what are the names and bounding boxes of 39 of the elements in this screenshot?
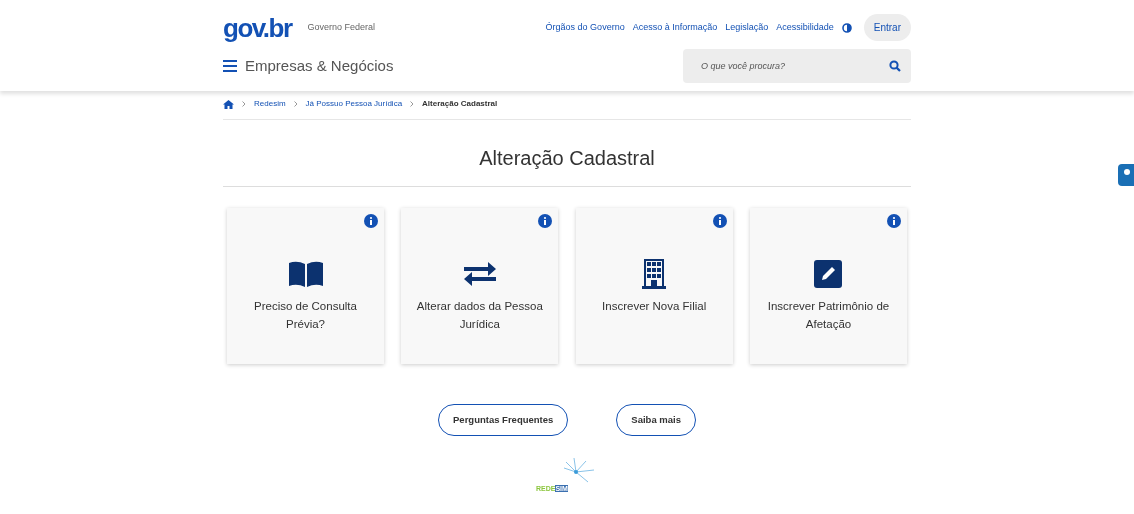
info-icon[interactable] [538, 214, 553, 228]
outline-button[interactable]: Saiba mais [616, 404, 696, 437]
organization-name: Governo Federal [307, 20, 376, 34]
info-icon[interactable] [712, 214, 727, 228]
login-button[interactable]: Entrar [863, 14, 911, 41]
service-card[interactable]: Inscrever Patrimônio de Afetação [750, 208, 907, 364]
info-icon[interactable] [887, 214, 901, 228]
site-title: Empresas & Negócios [245, 55, 394, 76]
exchange-arrows-icon [463, 262, 496, 286]
search-icon[interactable] [889, 60, 901, 72]
gov-logo[interactable]: gov.br [223, 14, 292, 41]
breadcrumb-current: Alteração Cadastral [422, 98, 498, 110]
building-icon [642, 259, 667, 289]
menu-icon[interactable] [223, 60, 237, 72]
book-icon [288, 261, 323, 287]
header-link[interactable]: Acessibilidade [776, 20, 834, 35]
breadcrumb-link[interactable]: Redesim [254, 98, 286, 110]
service-card[interactable]: Preciso de Consulta Prévia? [227, 208, 384, 364]
card-label: Preciso de Consulta Prévia? [253, 299, 358, 332]
card-label: Alterar dados da Pessoa Jurídica [415, 299, 544, 332]
chevron-icon [242, 101, 246, 107]
search-field[interactable]: O que você procura? [683, 49, 911, 83]
service-card[interactable]: Alterar dados da Pessoa Jurídica [401, 208, 559, 364]
header-link[interactable]: Legislação [725, 20, 769, 35]
accessibility-widget-icon[interactable] [1118, 164, 1134, 186]
card-label: Inscrever Nova Filial [602, 299, 707, 314]
service-card[interactable]: Inscrever Nova Filial [575, 208, 733, 364]
chevron-icon [410, 101, 415, 107]
header-link[interactable]: Acesso à Informação [632, 20, 718, 35]
contrast-icon[interactable] [841, 22, 852, 33]
edit-icon [814, 260, 843, 288]
breadcrumb-link[interactable]: Já Possuo Pessoa Jurídica [305, 98, 403, 110]
home-icon[interactable] [223, 99, 234, 109]
card-label: Inscrever Patrimônio de Afetação [766, 299, 891, 332]
header-link[interactable]: Órgãos do Governo [545, 20, 625, 35]
chevron-icon [293, 101, 298, 107]
outline-button[interactable]: Perguntas Frequentes [438, 404, 569, 437]
page-title: Alteração Cadastral [223, 120, 911, 187]
info-icon[interactable] [364, 214, 378, 228]
